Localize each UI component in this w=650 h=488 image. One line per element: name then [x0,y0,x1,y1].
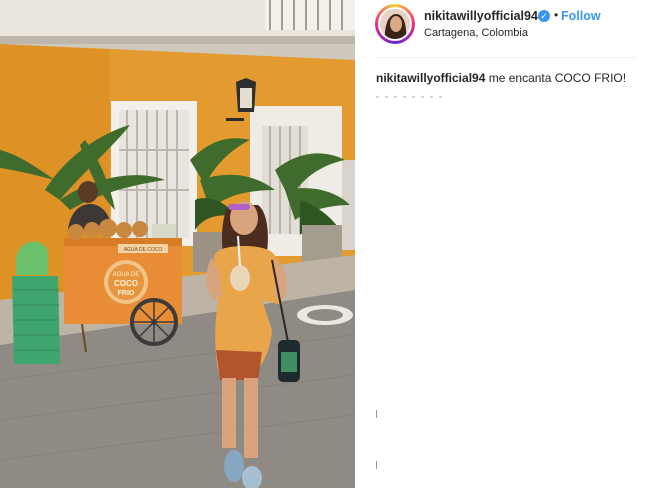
cart-sign-line1: AGUA DE [113,272,140,278]
header-separator-dot: • [554,8,559,22]
caption-text: me encanta COCO FRIO! [488,71,627,85]
post-location[interactable]: Cartagena, Colombia [424,27,528,39]
cart-sign-top: AGUA DE COCO [124,247,163,253]
cart-sign-line2: COCO [114,279,138,288]
post-caption: nikitawillyofficial94 me encanta COCO FR… [376,71,636,85]
post-side-panel: nikitawillyofficial94 ✓ • Follow Cartage… [355,0,650,488]
avatar-photo [380,9,410,39]
cart-sign-line3: FRIO [118,290,135,297]
post-username[interactable]: nikitawillyofficial94 [424,9,538,23]
panel-marker-top [376,410,377,418]
caption-username[interactable]: nikitawillyofficial94 [376,71,485,85]
post-header: nikitawillyofficial94 ✓ • Follow Cartage… [355,0,650,52]
follow-button[interactable]: Follow [561,9,601,23]
post-photo[interactable]: AGUA DE COCO AGUA DE COCO FRIO [0,0,355,488]
caption-placeholder-line [376,96,446,98]
profile-avatar[interactable] [375,4,415,44]
header-divider [375,57,635,58]
panel-marker-bottom [376,461,377,469]
verified-badge-icon: ✓ [538,10,550,22]
instagram-post: AGUA DE COCO AGUA DE COCO FRIO nikitawil… [0,0,650,488]
avatar-portrait-image [380,9,410,39]
street-scene-image: AGUA DE COCO AGUA DE COCO FRIO [0,0,355,488]
avatar-ring-gap [378,7,412,41]
